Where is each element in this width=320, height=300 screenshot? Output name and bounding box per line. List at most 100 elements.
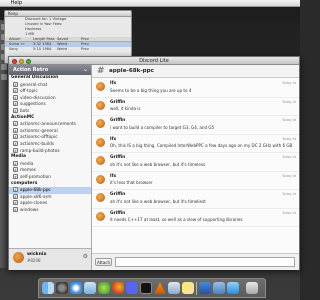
menu-item-help[interactable]: Help: [8, 0, 25, 7]
message-author[interactable]: Griffin: [110, 211, 125, 216]
text-channel-icon: #: [13, 121, 18, 127]
channel-title: apple-68k-ppc: [109, 68, 154, 74]
message-timestamp: Today at: [282, 210, 296, 215]
channel-apple-clones[interactable]: # apple-clones: [9, 200, 91, 207]
category-computers[interactable]: computers: [9, 181, 91, 188]
discord-icon[interactable]: [126, 282, 138, 294]
author-avatar[interactable]: [96, 193, 105, 202]
downloads-folder-icon[interactable]: [227, 282, 239, 294]
message: Griffin Today at i want to build a compi…: [92, 116, 299, 135]
channel-actionmc-general[interactable]: # actionmc-general: [9, 127, 91, 135]
terminal-icon[interactable]: [140, 282, 152, 294]
channel-memes[interactable]: # memes: [9, 167, 91, 174]
attach-button[interactable]: Attach: [95, 258, 112, 266]
background-table-row[interactable]: Sony 5:10 1984 Weird Prev: [5, 47, 131, 52]
text-channel-icon: #: [13, 88, 18, 94]
message-timestamp: Today at: [282, 173, 296, 178]
menu-bar: Help: [0, 0, 300, 7]
channel-list: General Discussion # general-chat # off-to…: [9, 75, 91, 248]
message-text: it needs C++17 at least, so well as a sl…: [110, 217, 243, 222]
message: Griffin Today at ah it's not like a web …: [92, 190, 299, 209]
dashboard-icon[interactable]: [56, 282, 68, 294]
text-channel-icon: #: [13, 193, 18, 199]
channel-actionmc-announcements[interactable]: # actionmc-announcements: [9, 121, 91, 128]
author-avatar[interactable]: [96, 156, 105, 165]
message: Griffin Today at well, it kinda is: [92, 98, 299, 116]
text-channel-icon: #: [13, 206, 18, 212]
channel-off-topic[interactable]: # off-topic: [9, 88, 91, 95]
user-avatar[interactable]: [13, 252, 24, 263]
message-author[interactable]: Griffin: [110, 100, 125, 105]
channel-bots[interactable]: # bots: [9, 107, 91, 115]
window-titlebar[interactable]: Discord Lite: [9, 57, 299, 65]
text-channel-icon: #: [13, 200, 18, 206]
message-author[interactable]: lfx: [110, 137, 116, 142]
server-menu-icon[interactable]: ⌄: [83, 65, 88, 75]
message-timestamp: Today at: [282, 192, 296, 196]
text-channel-icon: #: [13, 127, 18, 133]
message-timestamp: Today at: [282, 155, 296, 159]
category-media[interactable]: Media: [9, 154, 91, 161]
window-title: Discord Lite: [139, 58, 169, 64]
channel-apple-68k-ppc[interactable]: # apple-68k-ppc: [9, 187, 91, 194]
finder-icon[interactable]: [42, 282, 54, 294]
notes-icon[interactable]: [182, 282, 194, 294]
author-avatar[interactable]: [96, 137, 105, 147]
user-tag: #8208: [27, 258, 41, 263]
text-channel-icon: #: [13, 160, 18, 166]
category-actionmc[interactable]: ActionMC: [9, 115, 91, 122]
dock: [38, 278, 266, 298]
trash-icon[interactable]: [246, 282, 258, 294]
channel-actionmc-offtopic[interactable]: # actionmc-offtopic: [9, 134, 91, 141]
message: lfx Today at Oh, this IS a big thing. Co…: [92, 135, 299, 153]
message-list[interactable]: lfx Today at Seems to be a big thing you…: [92, 79, 299, 253]
channel-ramp-build-photos[interactable]: # ramp-build-photos: [9, 147, 91, 155]
channel-suggestions[interactable]: # suggestions: [9, 101, 91, 108]
documents-folder-icon[interactable]: [213, 282, 225, 294]
author-avatar[interactable]: [96, 174, 105, 184]
channel-windows[interactable]: # windows: [9, 206, 91, 214]
message-author[interactable]: Griffin: [110, 155, 125, 160]
message: Griffin Today at it needs C++17 at least…: [92, 209, 299, 227]
author-avatar[interactable]: [96, 211, 105, 221]
text-channel-icon: #: [13, 167, 18, 173]
channel-actionmc-builds[interactable]: # actionmc-builds: [9, 140, 91, 148]
message: lfx Today at Seems to be a big thing you…: [92, 79, 299, 98]
channel-general-chat[interactable]: # general-chat: [9, 81, 91, 89]
close-window-button[interactable]: [12, 58, 17, 64]
author-avatar[interactable]: [96, 82, 105, 91]
vlc-icon[interactable]: [154, 282, 166, 294]
ichat-icon[interactable]: [98, 282, 110, 294]
message-input[interactable]: [115, 257, 295, 267]
author-avatar[interactable]: [96, 100, 105, 110]
text-channel-icon: #: [13, 101, 18, 107]
safari-icon[interactable]: [70, 282, 82, 294]
user-panel: wicknix #8208 ⚙: [9, 248, 91, 270]
message: lfx Today at it's less that browser: [92, 172, 299, 190]
message-author[interactable]: Griffin: [110, 118, 125, 123]
message-text: ah it's not like a web browser, but it's…: [110, 198, 206, 204]
message-timestamp: Today at: [282, 81, 296, 85]
discord-lite-window: Discord Lite Action Retro ⌄ General Disc…: [8, 56, 300, 270]
message-text: well, it kinda is: [110, 106, 141, 111]
category-general-discussion[interactable]: General Discussion: [9, 75, 91, 82]
mail-icon[interactable]: [84, 282, 96, 294]
channel-media[interactable]: # media: [9, 160, 91, 168]
author-avatar[interactable]: [96, 119, 105, 128]
minimize-window-button[interactable]: [19, 58, 24, 64]
message-author[interactable]: Griffin: [110, 192, 125, 197]
channel-apple-x86-arm[interactable]: # apple-x86-arm: [9, 193, 91, 201]
message-author[interactable]: lfx: [110, 174, 116, 179]
activity-monitor-icon[interactable]: [168, 282, 180, 294]
dock-separator: [196, 282, 197, 295]
settings-gear-icon[interactable]: ⚙: [83, 253, 88, 260]
text-channel-icon: #: [13, 107, 18, 113]
firefox-icon[interactable]: [112, 282, 124, 294]
message-author[interactable]: lfx: [110, 81, 116, 86]
message: Griffin Today at oh it's not like a web …: [92, 153, 299, 172]
applications-folder-icon[interactable]: [199, 282, 211, 294]
channel-self-promotion[interactable]: # self-promotion: [9, 173, 91, 181]
server-header[interactable]: Action Retro ⌄: [9, 65, 91, 75]
channel-video-discussion[interactable]: # video-discussion: [9, 94, 91, 102]
zoom-window-button[interactable]: [26, 58, 31, 64]
